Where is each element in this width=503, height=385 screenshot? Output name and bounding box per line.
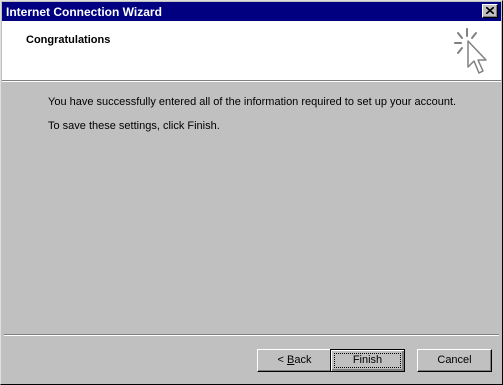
close-icon: [486, 7, 494, 14]
back-button[interactable]: < Back: [257, 349, 332, 372]
back-prefix: <: [277, 354, 287, 366]
success-message: You have successfully entered all of the…: [48, 96, 457, 108]
close-button[interactable]: [482, 4, 498, 18]
cancel-label: Cancel: [437, 354, 472, 366]
wizard-sparkle-cursor-icon: [454, 28, 487, 74]
title-bar[interactable]: Internet Connection Wizard: [2, 2, 501, 21]
wizard-header: Congratulations: [2, 21, 501, 82]
back-rest: ack: [294, 354, 312, 366]
finish-instruction: To save these settings, click Finish.: [48, 120, 220, 132]
page-title: Congratulations: [26, 34, 111, 46]
finish-button[interactable]: Finish: [330, 349, 405, 372]
button-separator: [4, 334, 499, 336]
focus-rectangle: [334, 353, 401, 368]
cancel-button[interactable]: Cancel: [417, 349, 492, 372]
window-title: Internet Connection Wizard: [6, 5, 162, 19]
wizard-window: Internet Connection Wizard Congratulatio…: [0, 0, 503, 385]
